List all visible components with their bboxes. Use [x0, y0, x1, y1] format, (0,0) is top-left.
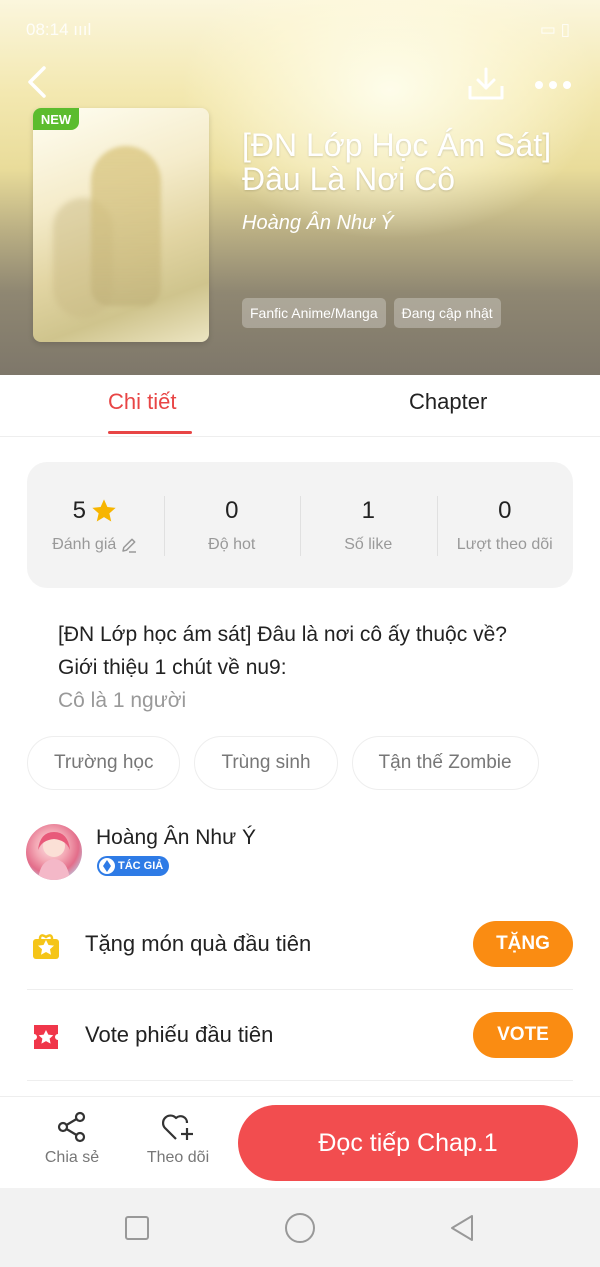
tab-chapter[interactable]: Chapter	[409, 389, 487, 415]
ticket-icon	[31, 1022, 61, 1052]
author-row[interactable]: Hoàng Ân Như Ý TÁC GIẢ	[26, 824, 576, 880]
follows-value: 0	[498, 497, 512, 524]
share-button[interactable]: Chia sẻ	[32, 1111, 112, 1167]
description-line: [ĐN Lớp học ám sát] Đâu là nơi cô ấy thu…	[58, 623, 507, 646]
author-role-badge: TÁC GIẢ	[97, 856, 170, 876]
story-title: [ĐN Lớp Học Ám Sát] Đâu Là Nơi Cô	[242, 127, 552, 197]
hot-value: 0	[225, 497, 239, 524]
more-button[interactable]	[532, 70, 574, 100]
active-tab-indicator	[108, 431, 192, 434]
bottom-action-bar: Chia sẻ Theo dõi Đọc tiếp Chap.1	[0, 1096, 600, 1188]
share-icon	[57, 1111, 86, 1143]
detail-tabs: Chi tiết Chapter	[0, 375, 600, 437]
stat-hot: 0 Độ hot	[163, 462, 301, 588]
author-avatar[interactable]	[26, 824, 82, 880]
story-detail-screen: 08:14 ıııl ▭ ▯ NEW [ĐN Lớp Học Ám Sát] Đ…	[0, 0, 600, 1267]
genre-chip[interactable]: Tận thế Zombie	[351, 736, 539, 790]
rating-label: Đánh giá	[52, 536, 117, 553]
follow-button[interactable]: Theo dõi	[138, 1111, 218, 1167]
circle-icon	[285, 1213, 315, 1243]
battery-icon: ▭ ▯	[539, 20, 570, 39]
square-icon	[125, 1216, 149, 1240]
recent-apps-button[interactable]	[121, 1212, 153, 1244]
stat-follows: 0 Lượt theo dõi	[436, 462, 574, 588]
download-button[interactable]	[466, 66, 506, 102]
gift-icon	[31, 931, 61, 961]
description-line-faded: Cô là 1 người	[58, 689, 187, 712]
story-header: 08:14 ıııl ▭ ▯ NEW [ĐN Lớp Học Ám Sát] Đ…	[0, 0, 600, 375]
triangle-back-icon	[451, 1215, 473, 1241]
continue-reading-button[interactable]: Đọc tiếp Chap.1	[238, 1105, 578, 1181]
tag-genre[interactable]: Fanfic Anime/Manga	[242, 298, 386, 328]
story-description[interactable]: [ĐN Lớp học ám sát] Đâu là nơi cô ấy thu…	[58, 618, 568, 717]
stat-likes: 1 Số like	[300, 462, 437, 588]
status-bar: 08:14 ıııl ▭ ▯	[26, 20, 570, 44]
gift-row: Tặng món quà đầu tiên TẶNG	[27, 900, 573, 990]
follow-label: Theo dõi	[146, 1149, 210, 1166]
status-time: 08:14	[26, 20, 69, 39]
story-cover-image	[33, 108, 209, 342]
heart-plus-icon	[162, 1114, 193, 1140]
author-badge-icon	[99, 858, 115, 874]
hot-label: Độ hot	[208, 536, 256, 553]
chevron-left-icon	[28, 66, 46, 98]
home-button[interactable]	[284, 1212, 316, 1244]
tag-status: Đang cập nhật	[393, 298, 501, 328]
signal-icon: ıııl	[73, 20, 92, 39]
share-label: Chia sẻ	[44, 1149, 100, 1166]
edit-icon	[122, 538, 137, 553]
gift-button[interactable]: TẶNG	[473, 921, 573, 967]
vote-button[interactable]: VOTE	[473, 1012, 573, 1058]
vote-label: Vote phiếu đầu tiên	[85, 1022, 274, 1047]
tab-details[interactable]: Chi tiết	[108, 389, 176, 415]
likes-value: 1	[361, 497, 375, 524]
story-tags: Fanfic Anime/Manga Đang cập nhật	[242, 298, 501, 328]
star-icon	[92, 499, 116, 522]
genre-chip[interactable]: Trường học	[27, 736, 181, 790]
follows-label: Lượt theo dõi	[456, 536, 553, 553]
new-badge: NEW	[33, 108, 79, 130]
genre-chip[interactable]: Trùng sinh	[194, 736, 338, 790]
gift-label: Tặng món quà đầu tiên	[85, 931, 312, 956]
author-badge-label: TÁC GIẢ	[118, 860, 164, 872]
description-line: Giới thiệu 1 chút về nu9:	[58, 656, 287, 679]
back-button[interactable]	[24, 64, 54, 100]
likes-label: Số like	[344, 536, 393, 553]
system-nav-bar	[0, 1188, 600, 1267]
stats-card: 5 Đánh giá 0 Độ hot 1 Số like 0 Lượt the…	[27, 462, 573, 588]
stat-rating[interactable]: 5 Đánh giá	[27, 462, 164, 588]
download-icon	[468, 67, 504, 100]
rating-value: 5	[72, 497, 86, 524]
system-back-button[interactable]	[446, 1212, 478, 1244]
author-name[interactable]: Hoàng Ân Như Ý	[96, 826, 256, 850]
story-author[interactable]: Hoàng Ân Như Ý	[242, 212, 394, 235]
genre-chips: Trường học Trùng sinh Tận thế Zombie	[27, 736, 539, 790]
vote-row: Vote phiếu đầu tiên VOTE	[27, 991, 573, 1081]
more-dots-icon	[535, 81, 571, 89]
